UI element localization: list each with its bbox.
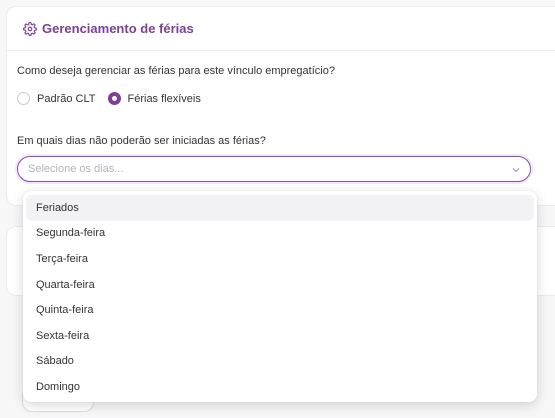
radio-label: Padrão CLT — [37, 92, 96, 105]
dropdown-option[interactable]: Feriados — [26, 195, 534, 221]
dropdown-option[interactable]: Sábado — [26, 349, 534, 375]
dropdown-option[interactable]: Domingo — [26, 374, 534, 400]
dropdown-option[interactable]: Terça-feira — [26, 246, 534, 272]
manage-question-label: Como deseja gerenciar as férias para est… — [17, 65, 335, 77]
dropdown-option[interactable]: Sexta-feira — [26, 323, 534, 349]
dropdown-option[interactable]: Segunda-feira — [26, 221, 534, 247]
chevron-down-icon[interactable] — [510, 163, 522, 175]
gear-icon — [23, 21, 37, 36]
card-header: Gerenciamento de férias — [7, 7, 555, 51]
days-question-label: Em quais dias não poderão ser iniciadas … — [17, 135, 266, 147]
radio-padrao-clt[interactable]: Padrão CLT — [17, 92, 96, 105]
manage-radio-group: Padrão CLT Férias flexíveis — [17, 92, 213, 105]
card-title: Gerenciamento de férias — [42, 21, 194, 36]
radio-ferias-flexiveis[interactable]: Férias flexíveis — [107, 92, 201, 105]
radio-circle-checked[interactable] — [107, 92, 121, 105]
dropdown-option[interactable]: Quinta-feira — [26, 297, 534, 323]
radio-circle-unchecked[interactable] — [17, 92, 30, 105]
radio-label: Férias flexíveis — [127, 92, 201, 105]
days-dropdown-menu: Feriados Segunda-feira Terça-feira Quart… — [23, 191, 537, 402]
select-placeholder: Selecione os dias... — [28, 163, 124, 175]
dropdown-option[interactable]: Quarta-feira — [26, 272, 534, 298]
days-select[interactable]: Selecione os dias... — [17, 156, 531, 182]
